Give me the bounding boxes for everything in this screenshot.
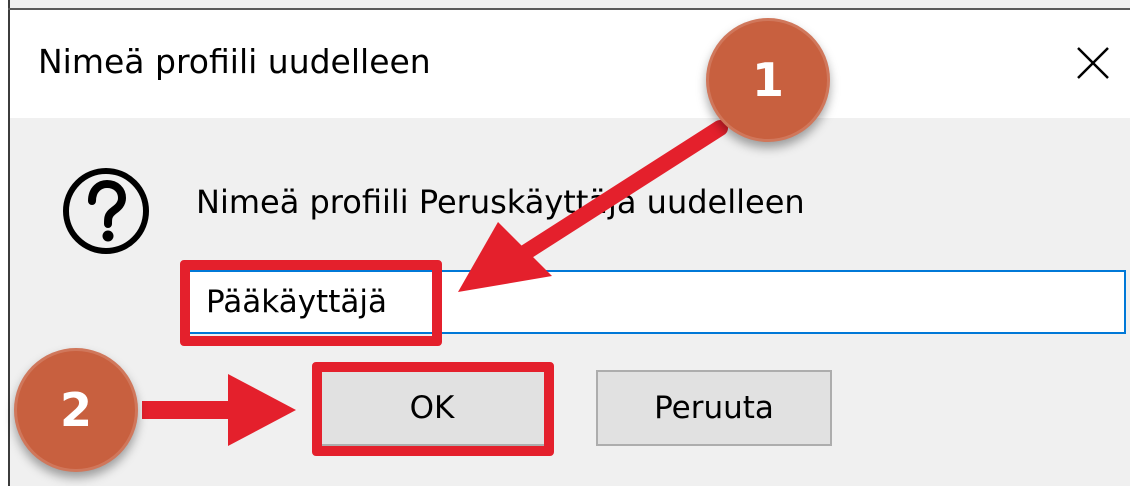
input-highlight-box [180, 260, 442, 346]
cancel-button[interactable]: Peruuta [596, 370, 832, 446]
question-mark-icon [60, 165, 152, 257]
dialog-prompt: Nimeä profiili Peruskäyttäjä uudelleen [196, 183, 805, 221]
close-icon [1077, 47, 1109, 79]
window-title: Nimeä profiili uudelleen [38, 42, 431, 81]
step-2-badge: 2 [14, 348, 138, 472]
title-bar: Nimeä profiili uudelleen [10, 10, 1130, 118]
ok-highlight-box [312, 362, 554, 456]
step-1-badge: 1 [706, 18, 830, 142]
close-button[interactable] [1068, 38, 1118, 88]
